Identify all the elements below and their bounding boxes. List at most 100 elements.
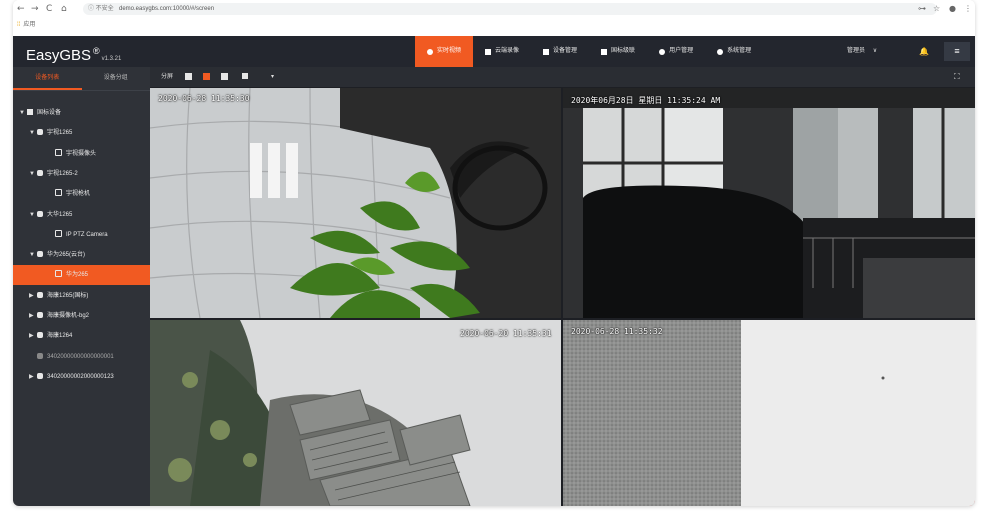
tree-device-item[interactable]: ▼ 大华1265	[13, 205, 150, 225]
reload-icon[interactable]: C	[46, 3, 52, 15]
user-dropdown[interactable]: 管理员 ∨	[847, 36, 877, 67]
security-indicator[interactable]: ⓘ 不安全	[88, 3, 114, 15]
tree-device-item[interactable]: ▼ 宇视1265-2	[13, 164, 150, 184]
expand-right-icon[interactable]: ▶	[29, 306, 37, 326]
nav-label: 设备管理	[553, 48, 578, 54]
address-bar[interactable]: ⓘ 不安全 demo.easygbs.com:10000/#/screen	[83, 3, 937, 15]
tree-channel-item[interactable]: 华为265	[13, 265, 150, 286]
user-name: 管理员	[847, 48, 866, 54]
device-icon	[37, 210, 43, 217]
nav-item-system-management[interactable]: 系统管理	[705, 36, 763, 67]
split-16-icon[interactable]	[242, 73, 248, 79]
nav-item-user-management[interactable]: 用户管理	[647, 36, 705, 67]
expand-down-icon[interactable]: ▼	[29, 245, 37, 265]
fullscreen-icon[interactable]: ⛶	[954, 67, 960, 87]
tree-device-item[interactable]: ▼ 国标设备	[13, 103, 150, 123]
tree-device-item[interactable]: ▶ 海康1265(国标)	[13, 286, 150, 306]
video-cell-4[interactable]: 2020-06-28 11:35:32	[563, 320, 975, 506]
nav-item-cloud-recording[interactable]: 云端录像	[473, 36, 531, 67]
video-cell-2[interactable]: 2020年06月28日 星期日 11:35:24 AM	[563, 88, 975, 318]
camera-icon	[55, 270, 62, 278]
bookmark-apps-label[interactable]: 应用	[23, 22, 35, 28]
device-sidebar: 设备列表 设备分组 ▼ 国标设备 ▼ 宇视1265 宇视摄像头 ▼ 宇视1265-2 宇视枪机…	[13, 67, 150, 506]
split-4-icon[interactable]	[203, 73, 210, 80]
video-frame-2	[563, 88, 975, 318]
video-3-timestamp: 2020-06-20 11:35:31	[460, 329, 552, 338]
camera-icon	[55, 229, 62, 237]
tree-device-item[interactable]: 34020000000000000001	[13, 347, 150, 367]
tree-device-item[interactable]: ▼ 宇视1265	[13, 123, 150, 143]
expand-down-icon[interactable]: ▼	[19, 103, 27, 123]
forward-arrow-icon[interactable]: →	[31, 3, 39, 15]
tree-item-label: 34020000002000000123	[47, 373, 114, 380]
video-4-timestamp: 2020-06-28 11:35:32	[571, 327, 663, 336]
nav-item-gb-cascade[interactable]: 国标级联	[589, 36, 647, 67]
browser-menu-icon[interactable]: ⋮	[964, 3, 972, 15]
tree-channel-item[interactable]: IP PTZ Camera	[13, 225, 150, 245]
tree-device-item[interactable]: ▶ 34020000002000000123	[13, 367, 150, 387]
split-label: 分屏	[161, 74, 174, 80]
tree-item-label: 海康1264	[47, 333, 73, 340]
tree-item-label: 宇视1265-2	[47, 170, 78, 177]
apps-grid-icon[interactable]: ⁞⁞	[17, 22, 20, 28]
nav-label: 用户管理	[669, 48, 694, 54]
split-9-icon[interactable]	[221, 73, 228, 80]
tab-device-list[interactable]: 设备列表	[13, 67, 82, 90]
tree-item-label: 国标设备	[37, 110, 62, 116]
back-arrow-icon[interactable]: ←	[17, 3, 25, 15]
tree-channel-item[interactable]: 宇视枪机	[13, 184, 150, 204]
url-text[interactable]: demo.easygbs.com:10000/#/screen	[119, 3, 214, 15]
tree-item-label: 海康摄像机-bg2	[47, 313, 90, 319]
device-icon	[543, 48, 550, 55]
tree-item-label: 华为265	[66, 272, 89, 279]
video-frame-4	[563, 320, 975, 506]
video-frame-1	[150, 88, 561, 318]
nav-item-live-video[interactable]: 实时视频	[415, 36, 474, 67]
video-1-timestamp: 2020-06-28 11:35:30	[158, 94, 250, 103]
tab-device-groups[interactable]: 设备分组	[82, 67, 151, 90]
expand-down-icon[interactable]: ▼	[29, 123, 37, 143]
video-2-timestamp: 2020年06月28日 星期日 11:35:24 AM	[571, 96, 721, 105]
device-icon	[37, 251, 43, 258]
bookmarks-bar: ⁞⁞ 应用	[17, 20, 35, 30]
tree-item-label: 宇视枪机	[66, 191, 91, 198]
brand-registered-mark: ®	[93, 46, 100, 56]
hamburger-menu-icon[interactable]: ≡	[944, 42, 970, 61]
tree-device-item[interactable]: ▼ 华为265(云台)	[13, 245, 150, 265]
main-nav: 实时视频 云端录像 设备管理 国标级联 用户管理 系统管理	[415, 36, 763, 67]
tree-item-label: 大华1265	[47, 211, 73, 218]
video-area: 分屏 ▾ ⛶ 2020-06-28 11:35:30 2020年06月28日 星…	[150, 67, 975, 506]
tree-item-label: 宇视摄像头	[66, 150, 97, 157]
expand-right-icon[interactable]: ▶	[29, 286, 37, 306]
video-cell-3[interactable]: 2020-06-20 11:35:31	[150, 320, 561, 506]
nav-item-device-management[interactable]: 设备管理	[531, 36, 589, 67]
device-icon	[37, 169, 43, 176]
star-icon[interactable]: ☆	[933, 3, 940, 15]
split-1-icon[interactable]	[185, 73, 192, 80]
tree-device-item[interactable]: ▶ 海康1264	[13, 326, 150, 346]
nav-label: 云端录像	[495, 48, 520, 54]
play-circle-icon	[427, 48, 433, 55]
device-offline-icon	[37, 352, 43, 359]
expand-down-icon[interactable]: ▼	[29, 164, 37, 184]
video-icon	[485, 48, 492, 55]
split-more-caret-icon[interactable]: ▾	[271, 67, 274, 87]
bell-icon[interactable]: 🔔	[919, 36, 929, 67]
video-cell-1[interactable]: 2020-06-28 11:35:30	[150, 88, 561, 318]
gear-icon	[717, 48, 724, 55]
extension-icon[interactable]: ⊶	[918, 3, 926, 15]
browser-window: ← → C ⌂ ⓘ 不安全 demo.easygbs.com:10000/#/s…	[13, 0, 975, 506]
home-icon[interactable]: ⌂	[61, 3, 67, 15]
device-icon	[37, 312, 43, 318]
profile-icon[interactable]: ●	[949, 3, 956, 15]
tree-item-label: 海康1265(国标)	[47, 292, 89, 299]
expand-right-icon[interactable]: ▶	[29, 367, 37, 387]
tree-item-label: 华为265(云台)	[47, 252, 86, 259]
expand-right-icon[interactable]: ▶	[29, 326, 37, 346]
cascade-icon	[601, 48, 608, 55]
tree-item-label: 宇视1265	[47, 130, 73, 137]
tree-channel-item[interactable]: 宇视摄像头	[13, 144, 150, 164]
expand-down-icon[interactable]: ▼	[29, 205, 37, 225]
app-header: EasyGBS ®v1.3.21 实时视频 云端录像 设备管理 国标级联 用户管理…	[13, 36, 975, 67]
tree-device-item[interactable]: ▶ 海康摄像机-bg2	[13, 306, 150, 326]
